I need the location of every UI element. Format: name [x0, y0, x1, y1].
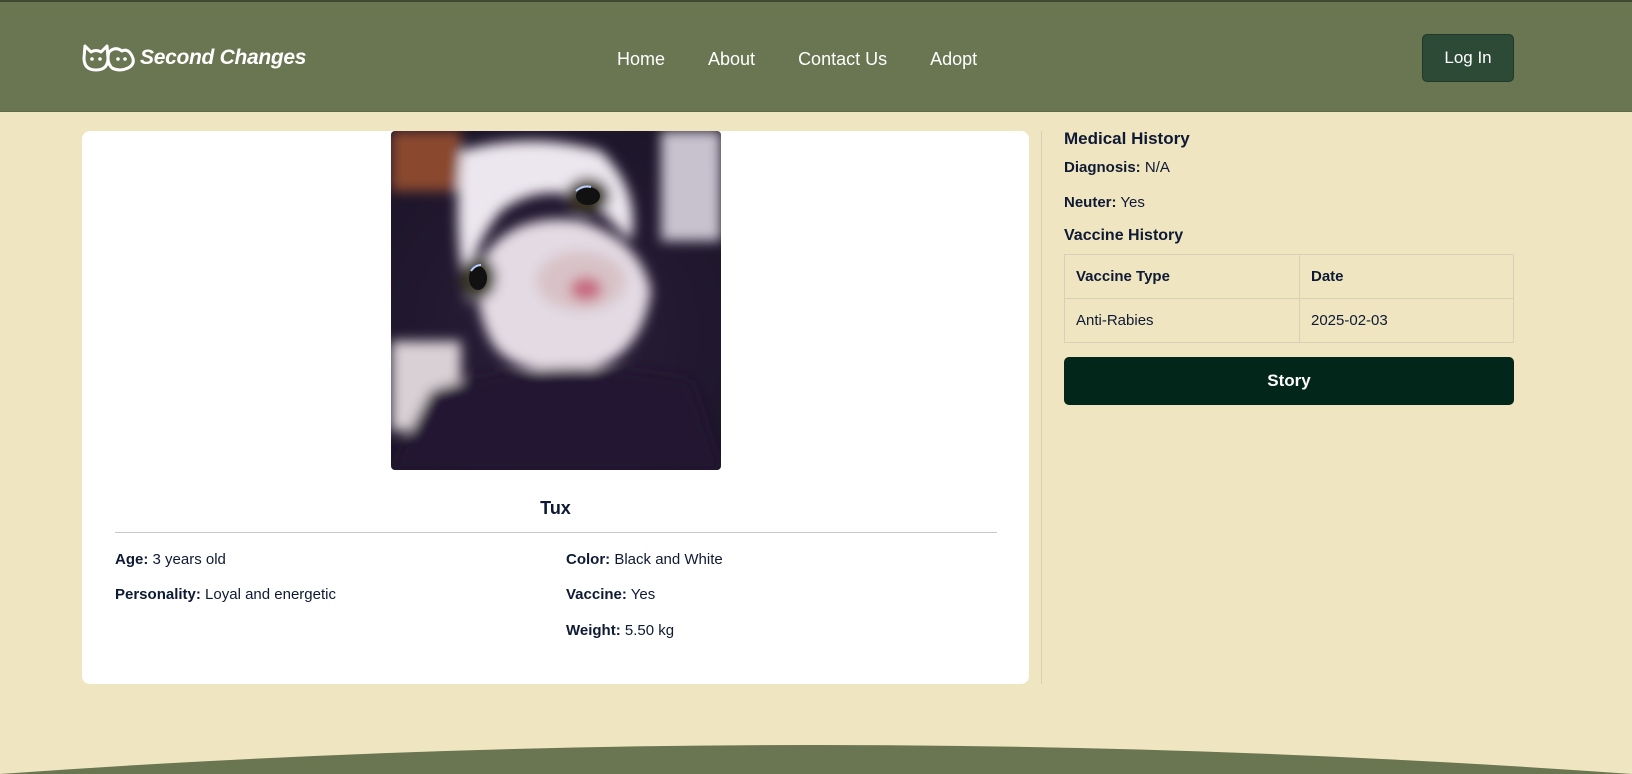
vaccine-date-cell: 2025-02-03	[1299, 298, 1514, 343]
site-header: Second Changes Home About Contact Us Ado…	[0, 2, 1632, 112]
pet-color-value: Black and White	[614, 551, 723, 568]
vaccine-table: Vaccine Type Date Anti-Rabies 2025-02-03	[1064, 254, 1514, 343]
vaccine-table-header: Vaccine Type Date	[1064, 254, 1514, 299]
diagnosis-row: Diagnosis: N/A	[1064, 159, 1170, 176]
pet-card: Tux Age: 3 years old Personality: Loyal …	[82, 131, 1029, 684]
pet-name: Tux	[540, 498, 571, 518]
story-button[interactable]: Story	[1064, 357, 1514, 405]
diagnosis-value: N/A	[1144, 159, 1170, 176]
pet-color: Color: Black and White	[566, 550, 723, 570]
table-row: Anti-Rabies 2025-02-03	[1064, 298, 1514, 343]
pet-personality: Personality: Loyal and energetic	[115, 585, 336, 605]
column-divider	[1041, 131, 1042, 684]
cat-dog-logo-icon	[82, 44, 135, 72]
footer-wave	[0, 745, 1632, 774]
col-date: Date	[1299, 254, 1514, 299]
pet-personality-label: Personality:	[115, 586, 201, 603]
pet-photo	[391, 131, 721, 470]
pet-age: Age: 3 years old	[115, 550, 226, 570]
pet-vaccine: Vaccine: Yes	[566, 585, 655, 605]
nav-contact-us[interactable]: Contact Us	[798, 47, 887, 71]
brand-logo[interactable]: Second Changes	[82, 42, 306, 74]
main-nav: Home About Contact Us Adopt	[617, 47, 1020, 71]
col-vaccine-type: Vaccine Type	[1064, 254, 1300, 299]
pet-vaccine-value: Yes	[630, 586, 656, 603]
vaccine-history-title: Vaccine History	[1064, 227, 1184, 244]
pet-color-label: Color:	[566, 551, 611, 568]
nav-adopt[interactable]: Adopt	[930, 47, 977, 71]
nav-home[interactable]: Home	[617, 47, 665, 71]
pet-age-value: 3 years old	[152, 551, 226, 568]
pet-vaccine-label: Vaccine:	[566, 586, 627, 603]
neuter-label: Neuter:	[1064, 194, 1117, 211]
pet-weight-value: 5.50 kg	[624, 622, 675, 639]
login-button[interactable]: Log In	[1422, 34, 1514, 82]
neuter-value: Yes	[1120, 194, 1145, 211]
card-divider	[115, 532, 997, 533]
medical-history-title: Medical History	[1064, 129, 1190, 148]
nav-about[interactable]: About	[708, 47, 755, 71]
pet-weight-label: Weight:	[566, 622, 621, 639]
neuter-row: Neuter: Yes	[1064, 194, 1145, 211]
brand-name: Second Changes	[140, 46, 307, 69]
pet-age-label: Age:	[115, 551, 149, 568]
pet-personality-value: Loyal and energetic	[205, 586, 336, 603]
pet-weight: Weight: 5.50 kg	[566, 621, 674, 641]
vaccine-type-cell: Anti-Rabies	[1064, 298, 1300, 343]
diagnosis-label: Diagnosis:	[1064, 159, 1141, 176]
